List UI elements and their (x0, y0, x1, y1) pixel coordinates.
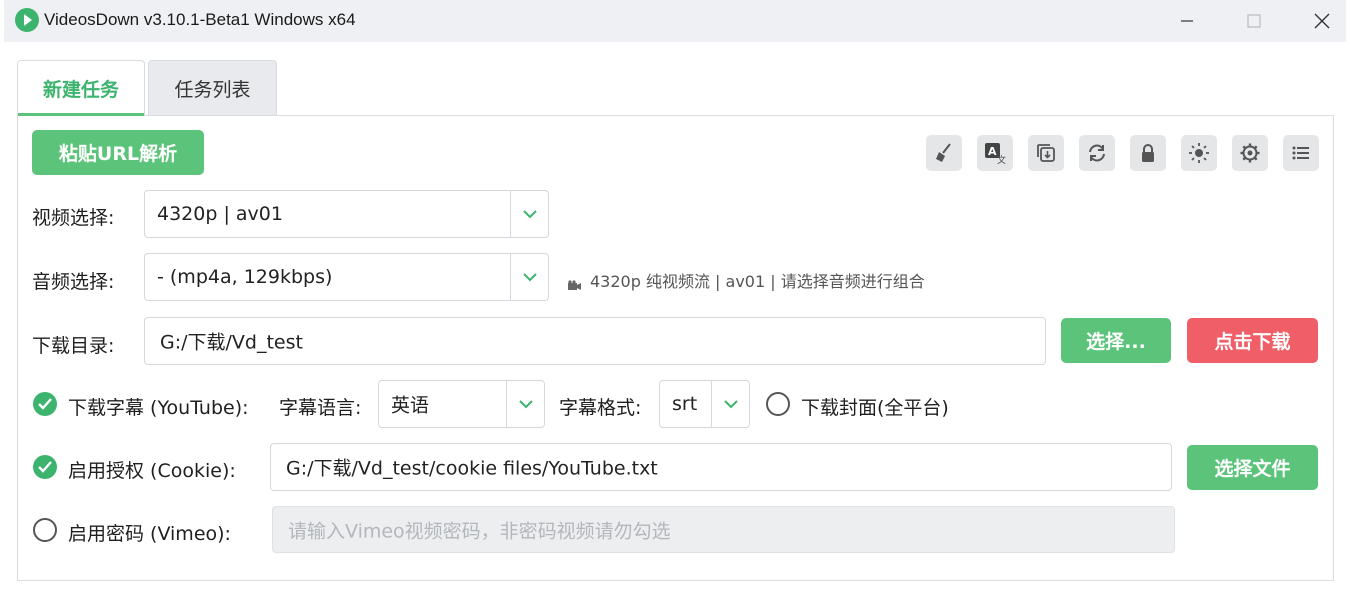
checkmark-icon (38, 398, 52, 410)
audio-select[interactable]: - (mp4a, 129kbps) (144, 253, 549, 301)
settings-icon (1240, 143, 1260, 163)
chevron-down-icon (724, 400, 738, 409)
vimeo-checkbox-label: 启用密码 (Vimeo): (68, 523, 231, 545)
stream-info-text: 4320p 纯视频流 | av01 | 请选择音频进行组合 (590, 272, 925, 291)
checkmark-icon (38, 461, 52, 473)
cookie-checkbox-label: 启用授权 (Cookie): (68, 460, 236, 482)
download-button[interactable]: 点击下载 (1187, 318, 1318, 363)
svg-text:A: A (988, 145, 997, 158)
tab-new-task[interactable]: 新建任务 (17, 60, 145, 116)
lock-button[interactable] (1130, 135, 1166, 171)
subtitle-format-value: srt (672, 393, 698, 415)
cookie-file-value: G:/下载/Vd_test/cookie files/YouTube.txt (286, 457, 658, 480)
audio-select-value: - (mp4a, 129kbps) (157, 266, 333, 288)
video-select-value: 4320p | av01 (157, 203, 283, 225)
audio-select-label: 音频选择: (32, 271, 115, 293)
subtitle-lang-value: 英语 (391, 394, 430, 417)
download-dir-input[interactable]: G:/下载/Vd_test (144, 317, 1046, 365)
settings-button[interactable] (1232, 135, 1268, 171)
cover-checkbox-label: 下载封面(全平台) (801, 397, 949, 419)
chevron-down-icon (523, 210, 537, 219)
chevron-down-icon (519, 400, 533, 409)
log-list-button[interactable] (1283, 135, 1319, 171)
refresh-button[interactable] (1079, 135, 1115, 171)
window-title: VideosDown v3.10.1-Beta1 Windows x64 (44, 10, 356, 29)
chevron-down-icon (523, 273, 537, 282)
vimeo-password-input[interactable]: 请输入Vimeo视频密码，非密码视频请勿勾选 (272, 506, 1175, 553)
cookie-file-input[interactable]: G:/下载/Vd_test/cookie files/YouTube.txt (270, 443, 1172, 491)
subtitle-format-label: 字幕格式: (559, 397, 642, 419)
choose-cookie-file-button[interactable]: 选择文件 (1187, 445, 1318, 490)
subtitle-lang-label: 字幕语言: (279, 397, 362, 419)
cookie-checkbox[interactable] (33, 455, 57, 479)
download-dir-label: 下载目录: (32, 335, 115, 357)
video-select-label: 视频选择: (32, 207, 115, 229)
vimeo-password-placeholder: 请输入Vimeo视频密码，非密码视频请勿勾选 (288, 520, 671, 542)
subtitle-format-select[interactable]: srt (659, 380, 750, 428)
audio-select-arrow[interactable] (510, 254, 548, 300)
title-bar: VideosDown v3.10.1-Beta1 Windows x64 (4, 0, 1346, 42)
vimeo-password-checkbox[interactable] (33, 518, 57, 542)
copy-download-icon (1037, 144, 1055, 162)
lock-icon (1142, 144, 1154, 162)
clean-tool-button[interactable] (926, 135, 962, 171)
list-icon (1292, 146, 1309, 160)
translate-icon: A 文 (985, 143, 1006, 164)
close-button[interactable] (1294, 0, 1350, 42)
video-camera-icon (566, 277, 582, 290)
batch-download-button[interactable] (1028, 135, 1064, 171)
minimize-button[interactable] (1159, 0, 1215, 42)
brightness-icon (1189, 143, 1209, 163)
tab-task-list[interactable]: 任务列表 (148, 60, 277, 115)
refresh-icon (1089, 144, 1105, 162)
svg-text:文: 文 (997, 154, 1006, 164)
video-select[interactable]: 4320p | av01 (144, 190, 549, 238)
choose-dir-button[interactable]: 选择... (1061, 318, 1171, 363)
video-select-arrow[interactable] (510, 191, 548, 237)
paste-url-button[interactable]: 粘贴URL解析 (32, 130, 204, 175)
broom-icon (936, 143, 951, 162)
subtitle-checkbox-label: 下载字幕 (YouTube): (68, 397, 249, 419)
maximize-button[interactable] (1226, 0, 1282, 42)
subtitle-lang-arrow[interactable] (506, 381, 544, 427)
stream-info: 4320p 纯视频流 | av01 | 请选择音频进行组合 (566, 268, 925, 292)
subtitle-lang-select[interactable]: 英语 (378, 380, 545, 428)
app-logo-icon (15, 8, 39, 32)
subtitle-format-arrow[interactable] (711, 381, 749, 427)
cover-checkbox[interactable] (766, 392, 790, 416)
translate-tool-button[interactable]: A 文 (977, 135, 1013, 171)
download-dir-value: G:/下载/Vd_test (160, 331, 303, 354)
theme-button[interactable] (1181, 135, 1217, 171)
subtitle-checkbox[interactable] (33, 392, 57, 416)
